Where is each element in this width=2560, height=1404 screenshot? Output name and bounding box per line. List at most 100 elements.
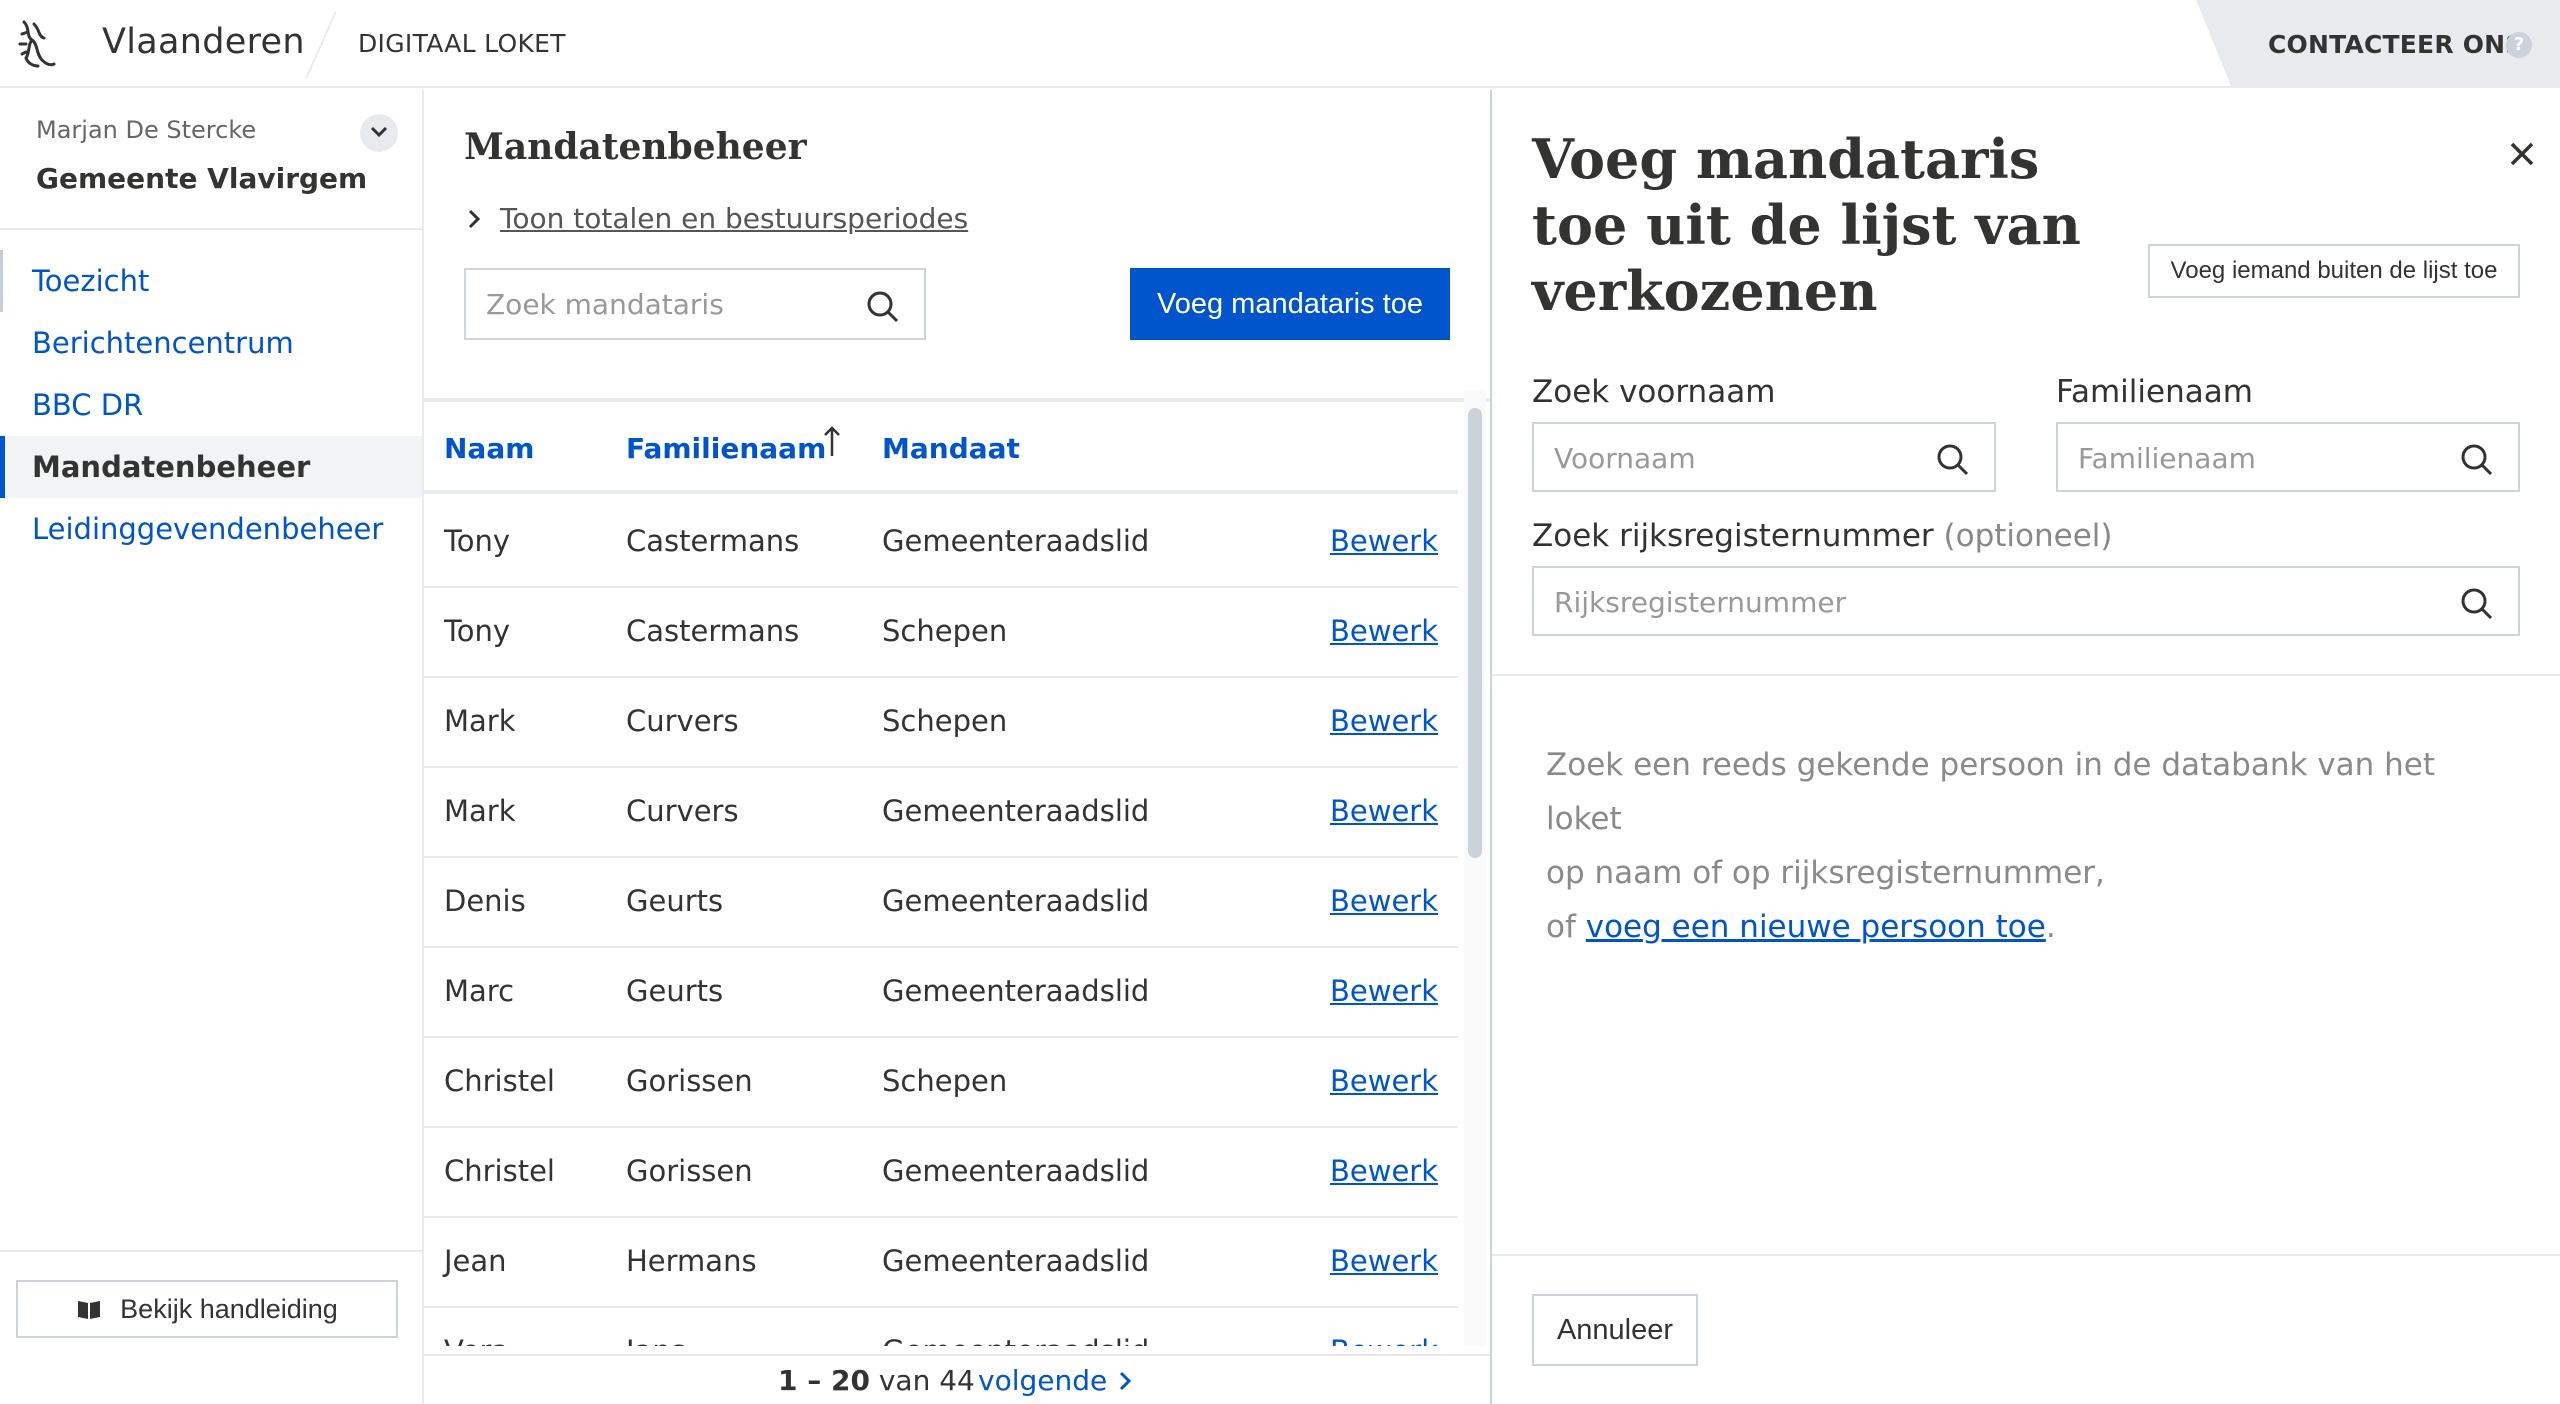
mandates-overview: Mandatenbeheer Toon totalen en bestuursp… — [424, 90, 1490, 1404]
edit-link[interactable]: Bewerk — [1330, 794, 1438, 828]
pagination: 1 – 20 van 44 volgende — [424, 1354, 1490, 1404]
cell-familienaam: Geurts — [626, 974, 724, 1008]
toggle-totals-label: Toon totalen en bestuursperiodes — [500, 202, 969, 235]
panel-divider — [1492, 674, 2560, 676]
table-row: Tony Castermans Schepen Bewerk — [424, 588, 1458, 678]
toggle-totals-link[interactable]: Toon totalen en bestuursperiodes — [468, 202, 968, 235]
column-header-mandaat[interactable]: Mandaat — [882, 432, 1020, 465]
cell-naam: Vera — [444, 1334, 509, 1346]
add-new-person-link[interactable]: voeg een nieuwe persoon toe — [1586, 909, 2046, 945]
table-row: Marc Geurts Gemeenteraadslid Bewerk — [424, 948, 1458, 1038]
first-name-field — [1532, 422, 1996, 492]
sidebar-item-leidinggevendenbeheer[interactable]: Leidinggevendenbeheer — [0, 498, 422, 560]
rrn-field — [1532, 566, 2520, 636]
edit-link[interactable]: Bewerk — [1330, 614, 1438, 648]
sidebar-item-toezicht[interactable]: Toezicht — [0, 250, 422, 312]
user-name: Marjan De Stercke — [36, 116, 257, 144]
page-title: Mandatenbeheer — [464, 126, 807, 168]
sidebar-item-berichtencentrum[interactable]: Berichtencentrum — [0, 312, 422, 374]
cell-naam: Christel — [444, 1154, 555, 1188]
table-row: Christel Gorissen Schepen Bewerk — [424, 1038, 1458, 1128]
search-icon[interactable] — [866, 290, 900, 324]
header-separator — [305, 12, 337, 78]
top-header: Vlaanderen DIGITAAL LOKET CONTACTEER ONS… — [0, 0, 2560, 88]
cell-naam: Jean — [444, 1244, 507, 1278]
table-row: Denis Geurts Gemeenteraadslid Bewerk — [424, 858, 1458, 948]
edit-link[interactable]: Bewerk — [1330, 704, 1438, 738]
cell-familienaam: Curvers — [626, 704, 739, 738]
rrn-label-text: Zoek rijksregisternummer — [1532, 518, 1934, 554]
edit-link[interactable]: Bewerk — [1330, 524, 1438, 558]
cell-familienaam: Castermans — [626, 614, 800, 648]
book-icon — [78, 1301, 101, 1319]
flemish-lion-icon[interactable] — [16, 14, 62, 74]
cell-naam: Tony — [444, 614, 511, 648]
cell-familienaam: Gorissen — [626, 1154, 753, 1188]
contact-button[interactable]: CONTACTEER ONS ? — [2196, 0, 2560, 88]
sidebar-nav: Toezicht Berichtencentrum BBC DR Mandate… — [0, 250, 422, 560]
next-page-link[interactable]: volgende — [978, 1364, 1132, 1397]
mandataris-search — [464, 268, 926, 340]
cell-naam: Christel — [444, 1064, 555, 1098]
cell-naam: Marc — [444, 974, 515, 1008]
manual-button[interactable]: Bekijk handleiding — [16, 1280, 398, 1338]
sidebar-item-mandatenbeheer[interactable]: Mandatenbeheer — [0, 436, 422, 498]
sort-arrow-up-icon[interactable] — [822, 424, 842, 458]
cell-familienaam: Geurts — [626, 884, 724, 918]
last-name-field — [2056, 422, 2520, 492]
edit-link[interactable]: Bewerk — [1330, 1334, 1438, 1346]
search-icon[interactable] — [2460, 443, 2494, 477]
cell-familienaam: Gorissen — [626, 1064, 753, 1098]
edit-link[interactable]: Bewerk — [1330, 974, 1438, 1008]
help-icon: ? — [2506, 32, 2532, 58]
cancel-button[interactable]: Annuleer — [1532, 1294, 1698, 1366]
mandataris-search-input[interactable] — [486, 286, 846, 322]
pagination-total: van 44 — [878, 1364, 975, 1397]
sidebar-divider — [0, 228, 422, 230]
rrn-optional-text: (optioneel) — [1943, 518, 2113, 554]
cell-mandaat: Gemeenteraadslid — [882, 974, 1150, 1008]
search-icon[interactable] — [2460, 587, 2494, 621]
brand-name[interactable]: Vlaanderen — [102, 22, 305, 62]
hint-line-2: op naam of op rijksregisternummer, — [1546, 855, 2105, 891]
add-outside-list-button[interactable]: Voeg iemand buiten de lijst toe — [2148, 244, 2520, 298]
cell-naam: Mark — [444, 704, 516, 738]
edit-link[interactable]: Bewerk — [1330, 1244, 1438, 1278]
mandataris-table: Naam Familienaam Mandaat Tony Castermans G… — [424, 398, 1490, 1346]
close-icon[interactable] — [2504, 136, 2540, 172]
cell-familienaam: Castermans — [626, 524, 800, 558]
table-body: Tony Castermans Gemeenteraadslid Bewerk Ton… — [424, 498, 1458, 1346]
hint-suffix: . — [2045, 909, 2056, 945]
scrollbar-thumb[interactable] — [1468, 408, 1482, 858]
first-name-input[interactable] — [1554, 440, 1914, 476]
search-hint: Zoek een reeds gekende persoon in de dat… — [1546, 738, 2506, 954]
column-header-naam[interactable]: Naam — [444, 432, 534, 465]
cell-naam: Denis — [444, 884, 526, 918]
table-row: Tony Castermans Gemeenteraadslid Bewerk — [424, 498, 1458, 588]
cell-familienaam: Hermans — [626, 1244, 757, 1278]
cell-mandaat: Gemeenteraadslid — [882, 794, 1150, 828]
search-icon[interactable] — [1936, 443, 1970, 477]
sidebar-footer-divider — [0, 1250, 422, 1252]
chevron-down-icon — [370, 126, 388, 138]
user-menu-toggle[interactable] — [360, 114, 398, 152]
table-header: Naam Familienaam Mandaat — [424, 402, 1458, 494]
cell-familienaam: Curvers — [626, 794, 739, 828]
table-row: Mark Curvers Schepen Bewerk — [424, 678, 1458, 768]
chevron-right-icon — [468, 209, 480, 228]
cell-mandaat: Schepen — [882, 704, 1008, 738]
column-header-familienaam[interactable]: Familienaam — [626, 432, 826, 465]
add-mandataris-panel: Voeg mandataris toe uit de lijst van ver… — [1490, 90, 2560, 1404]
add-mandataris-button[interactable]: Voeg mandataris toe — [1130, 268, 1450, 340]
app-name[interactable]: DIGITAAL LOKET — [358, 29, 566, 58]
panel-title: Voeg mandataris toe uit de lijst van ver… — [1532, 127, 2081, 323]
edit-link[interactable]: Bewerk — [1330, 1064, 1438, 1098]
edit-link[interactable]: Bewerk — [1330, 1154, 1438, 1188]
edit-link[interactable]: Bewerk — [1330, 884, 1438, 918]
rrn-input[interactable] — [1554, 584, 2414, 620]
sidebar-item-bbc-dr[interactable]: BBC DR — [0, 374, 422, 436]
hint-prefix: of — [1546, 909, 1586, 945]
next-page-label: volgende — [978, 1364, 1108, 1397]
last-name-input[interactable] — [2078, 440, 2438, 476]
chevron-right-icon — [1120, 1371, 1132, 1390]
